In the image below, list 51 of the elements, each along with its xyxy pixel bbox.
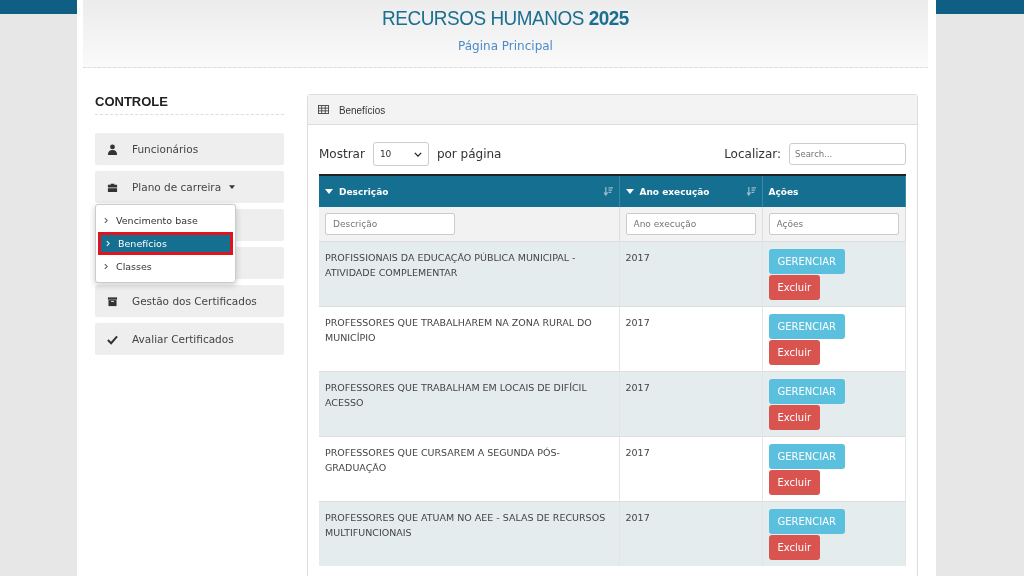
panel-title: Benefícios: [339, 103, 386, 116]
sidebar-item[interactable]: Gestão dos Certificados: [95, 285, 284, 317]
table-icon: [318, 105, 329, 114]
sidebar-item[interactable]: Avaliar Certificados: [95, 323, 284, 355]
page-size-select[interactable]: 10: [372, 142, 429, 166]
check-icon: [107, 333, 118, 345]
table-cell: PROFESSORES QUE ATUAM NO AEE - SALAS DE RECURSOS MULTIFUNCIONAIS: [319, 501, 619, 566]
menu-item[interactable]: Vencimento base: [96, 209, 235, 232]
sidebar-item[interactable]: Funcionários: [95, 133, 284, 165]
delete-button[interactable]: Excluir: [768, 535, 821, 560]
table-cell: 2017: [619, 501, 762, 566]
chevron-down-icon: [413, 151, 422, 157]
search-field[interactable]: Search...: [789, 143, 906, 165]
filter-field[interactable]: Descrição: [325, 213, 455, 235]
sidebar-heading: CONTROLE: [95, 94, 284, 115]
column-header[interactable]: Ano execução: [619, 175, 762, 207]
column-header[interactable]: Ações: [762, 175, 906, 207]
caret-icon: [229, 185, 236, 189]
table-cell: 2017: [619, 306, 762, 372]
user-icon: [107, 143, 118, 155]
delete-button[interactable]: Excluir: [768, 340, 821, 365]
filter-field[interactable]: Ano execução: [625, 213, 756, 235]
delete-button[interactable]: Excluir: [768, 275, 821, 300]
table-cell: 2017: [619, 436, 762, 502]
archive-icon: [107, 295, 118, 307]
page-title: RECURSOS HUMANOS 2025: [381, 5, 630, 30]
menu-item[interactable]: Classes: [96, 255, 235, 278]
sort-icon: [746, 187, 756, 196]
per-page-label: por página: [436, 147, 502, 161]
filter-field[interactable]: Ações: [768, 213, 899, 235]
table-cell: PROFESSORES QUE TRABALHAM EM LOCAIS DE DIFÍCIL ACESSO: [319, 371, 619, 437]
table-cell: PROFISSIONAIS DA EDUCAÇÃO PÚBLICA MUNICIPAL - ATIVIDADE COMPLEMENTAR: [319, 241, 619, 307]
briefcase-icon: [107, 181, 118, 193]
sort-icon: [603, 187, 613, 196]
table-cell: PROFESSORES QUE CURSAREM A SEGUNDA PÓS-GRADUAÇÃO: [319, 436, 619, 502]
table-cell: 2017: [619, 241, 762, 307]
column-header[interactable]: Descrição: [319, 175, 619, 207]
sidebar-item[interactable]: Plano de carreira: [95, 171, 284, 203]
table-cell: 2017: [619, 371, 762, 437]
caret-icon: [325, 189, 333, 194]
delete-button[interactable]: Excluir: [768, 405, 821, 430]
caret-icon: [625, 189, 634, 194]
show-label: Mostrar: [319, 147, 365, 161]
breadcrumb-link[interactable]: Página Principal: [458, 39, 553, 53]
delete-button[interactable]: Excluir: [768, 470, 821, 495]
chevron-icon: [104, 263, 108, 270]
menu-item[interactable]: Benefícios: [98, 232, 233, 255]
chevron-icon: [104, 217, 108, 224]
table-cell: PROFESSORES QUE TRABALHAREM NA ZONA RURAL DO MUNICÍPIO: [319, 306, 619, 372]
search-label: Localizar:: [724, 147, 781, 161]
chevron-icon: [106, 240, 110, 247]
